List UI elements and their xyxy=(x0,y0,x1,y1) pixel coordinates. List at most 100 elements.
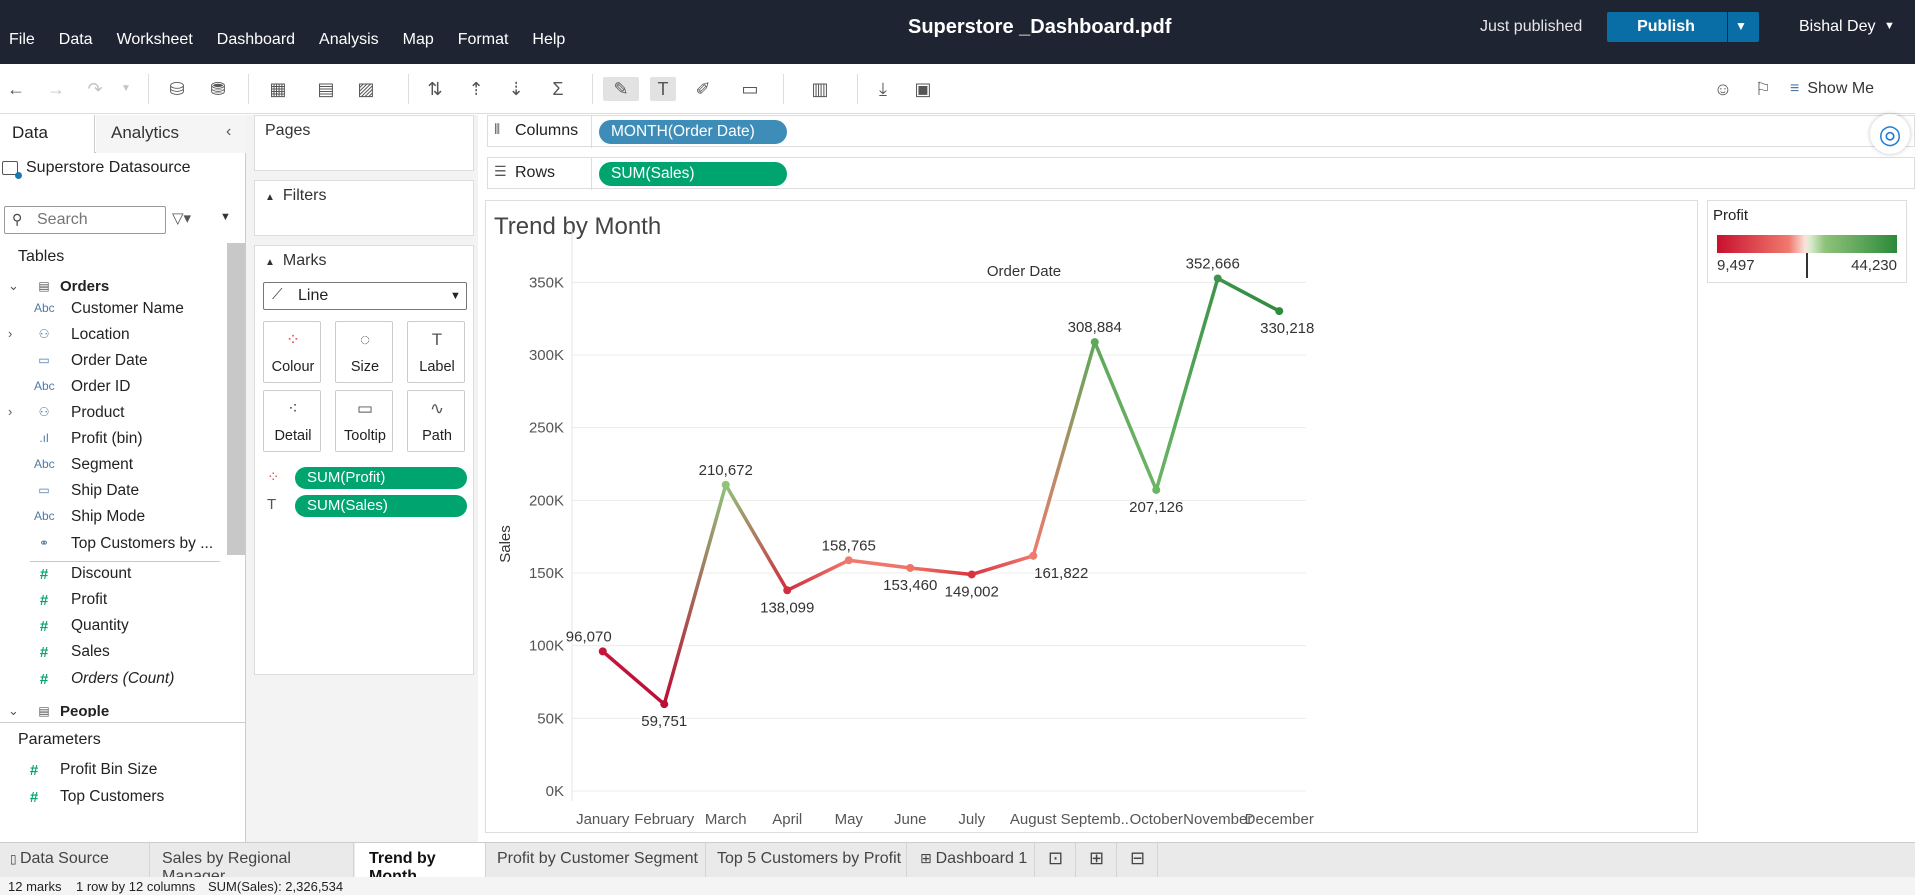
tab-data[interactable]: Data xyxy=(0,115,95,153)
field-item[interactable]: ▭ Ship Date xyxy=(0,479,226,505)
chevron-down-icon[interactable]: ⌄ xyxy=(8,703,19,717)
tab-data-source[interactable]: ▯ Data Source xyxy=(0,843,150,877)
fit-icon[interactable]: ▭ xyxy=(730,77,770,101)
field-item[interactable]: # Discount xyxy=(0,562,226,588)
field-item[interactable]: # Sales xyxy=(0,640,226,666)
menu-analysis[interactable]: Analysis xyxy=(319,31,379,49)
field-item[interactable]: Abc Ship Mode xyxy=(0,505,226,531)
field-item[interactable]: # Quantity xyxy=(0,614,226,640)
redo-icon[interactable]: → xyxy=(43,77,69,101)
month-order-date-pill[interactable]: MONTH(Order Date) xyxy=(599,120,787,144)
totals-icon[interactable]: Σ xyxy=(545,77,571,101)
path-button[interactable]: ∿ Path xyxy=(407,390,465,452)
pages-card[interactable]: Pages xyxy=(254,115,474,171)
colour-button[interactable]: ⁘ Colour xyxy=(263,321,321,383)
menu-map[interactable]: Map xyxy=(403,31,434,49)
show-labels-icon[interactable]: T xyxy=(650,77,676,101)
field-item[interactable]: # Profit xyxy=(0,588,226,614)
pin-icon[interactable]: ⚐ xyxy=(1750,77,1776,101)
rows-shelf[interactable]: ☰ Rows SUM(Sales) xyxy=(487,157,1915,190)
sum-sales-pill[interactable]: SUM(Sales) xyxy=(599,162,787,186)
chevron-down-icon[interactable]: ▼ xyxy=(220,211,231,223)
pause-updates-icon[interactable]: ⛃ xyxy=(205,77,231,101)
window-title: Superstore _Dashboard.pdf xyxy=(908,16,1172,38)
tab-sales-by-regional-manager[interactable]: Sales by Regional Manager xyxy=(151,843,354,885)
table-people[interactable]: ⌄ ▤ People xyxy=(0,700,226,717)
profit-colour-pill[interactable]: SUM(Profit) xyxy=(295,467,467,489)
show-me-button[interactable]: ≡ Show Me xyxy=(1790,80,1874,98)
field-item[interactable]: Abc Customer Name xyxy=(0,297,226,323)
menu-format[interactable]: Format xyxy=(458,31,509,49)
string-type-icon: Abc xyxy=(34,379,55,393)
chevron-right-icon[interactable]: › xyxy=(8,404,12,419)
field-item[interactable]: ⚭ Top Customers by ... xyxy=(0,532,226,558)
data-label: 330,218 xyxy=(1260,320,1314,337)
detail-button[interactable]: ⁖ Detail xyxy=(263,390,321,452)
label-button[interactable]: T Label xyxy=(407,321,465,383)
tab-trend-by-month[interactable]: Trend by Month xyxy=(355,843,486,885)
field-item[interactable]: › ⚇ Product xyxy=(0,401,226,427)
presentation-icon[interactable]: ▣ xyxy=(910,77,936,101)
parameter-item[interactable]: # Profit Bin Size xyxy=(0,758,226,784)
menu-file[interactable]: File xyxy=(9,31,35,49)
publish-button[interactable]: Publish ▼ xyxy=(1607,12,1759,42)
tab-analytics[interactable]: Analytics xyxy=(96,115,246,153)
x-tick-label: November xyxy=(1183,811,1252,828)
new-dashboard-icon[interactable]: ⊞ xyxy=(1077,843,1117,877)
search-field[interactable]: ⚲ xyxy=(4,206,166,234)
field-item[interactable]: Abc Segment xyxy=(0,453,226,479)
search-input[interactable] xyxy=(37,211,157,229)
clear-sheet-icon[interactable]: ▨ xyxy=(353,77,379,101)
chevron-down-icon[interactable]: ⌄ xyxy=(8,278,19,294)
chevron-down-icon[interactable]: ▼ xyxy=(1884,20,1895,32)
download-icon[interactable]: ⤓ xyxy=(870,77,896,101)
profit-legend[interactable]: Profit 9,497 44,230 xyxy=(1707,200,1907,283)
tooltip-button[interactable]: ▭ Tooltip xyxy=(335,390,393,452)
assistant-icon[interactable]: ◎ xyxy=(1870,114,1910,154)
replay-icon[interactable]: ↷ xyxy=(82,77,108,101)
swap-icon[interactable]: ⇅ xyxy=(422,77,448,101)
sales-label-pill[interactable]: SUM(Sales) xyxy=(295,495,467,517)
format-workbook-icon[interactable]: ✐ xyxy=(690,77,716,101)
ai-assistant-icon[interactable]: ☺ xyxy=(1710,77,1736,101)
datasource-name[interactable]: Superstore Datasource xyxy=(26,159,191,177)
field-item[interactable]: ▭ Order Date xyxy=(0,349,226,375)
chevron-down-icon[interactable]: ▼ xyxy=(1735,19,1747,33)
menu-data[interactable]: Data xyxy=(59,31,93,49)
chevron-right-icon[interactable]: › xyxy=(8,326,12,341)
new-worksheet-icon[interactable]: ▦ xyxy=(265,77,291,101)
menu-worksheet[interactable]: Worksheet xyxy=(117,31,193,49)
tab-dashboard-1[interactable]: ⊞ Dashboard 1 xyxy=(908,843,1035,877)
field-item[interactable]: # Orders (Count) xyxy=(0,667,226,693)
tab-profit-by-customer-segment[interactable]: Profit by Customer Segment xyxy=(487,843,706,877)
highlight-icon[interactable]: ✎ xyxy=(603,77,639,101)
filters-card[interactable]: ▲ Filters xyxy=(254,180,474,236)
new-datasource-icon[interactable]: ⛁ xyxy=(164,77,190,101)
columns-shelf[interactable]: ⦀ Columns MONTH(Order Date) xyxy=(487,115,1915,148)
collapse-pane-icon[interactable]: ‹ xyxy=(226,123,231,141)
undo-icon[interactable]: ← xyxy=(3,77,29,101)
menu-dashboard[interactable]: Dashboard xyxy=(217,31,295,49)
new-story-icon[interactable]: ⊟ xyxy=(1118,843,1158,877)
menu-help[interactable]: Help xyxy=(532,31,565,49)
duplicate-icon[interactable]: ▤ xyxy=(313,77,339,101)
line-segment xyxy=(1093,340,1158,492)
field-item[interactable]: .ıl Profit (bin) xyxy=(0,427,226,453)
sort-descending-icon[interactable]: ⇣ xyxy=(503,77,529,101)
sort-ascending-icon[interactable]: ⇡ xyxy=(463,77,489,101)
mark-type-select[interactable]: ⟋ Line ▼ xyxy=(263,282,467,310)
field-item[interactable]: › ⚇ Location xyxy=(0,323,226,349)
filter-icon[interactable]: ▽▾ xyxy=(172,209,191,227)
field-name: Sales xyxy=(71,643,110,660)
size-button[interactable]: ◌ Size xyxy=(335,321,393,383)
parameter-item[interactable]: # Top Customers xyxy=(0,785,226,811)
scrollbar[interactable] xyxy=(227,243,245,555)
new-worksheet-icon[interactable]: ⊡ xyxy=(1036,843,1076,877)
user-menu[interactable]: Bishal Dey xyxy=(1799,18,1875,36)
line-segment xyxy=(1031,340,1097,558)
cards-icon[interactable]: ▥ xyxy=(800,77,840,101)
tab-top-5-customers[interactable]: Top 5 Customers by Profit xyxy=(707,843,907,877)
field-item[interactable]: Abc Order ID xyxy=(0,375,226,401)
field-name: Order ID xyxy=(71,378,131,395)
replay-dropdown-icon[interactable]: ▼ xyxy=(113,77,139,101)
